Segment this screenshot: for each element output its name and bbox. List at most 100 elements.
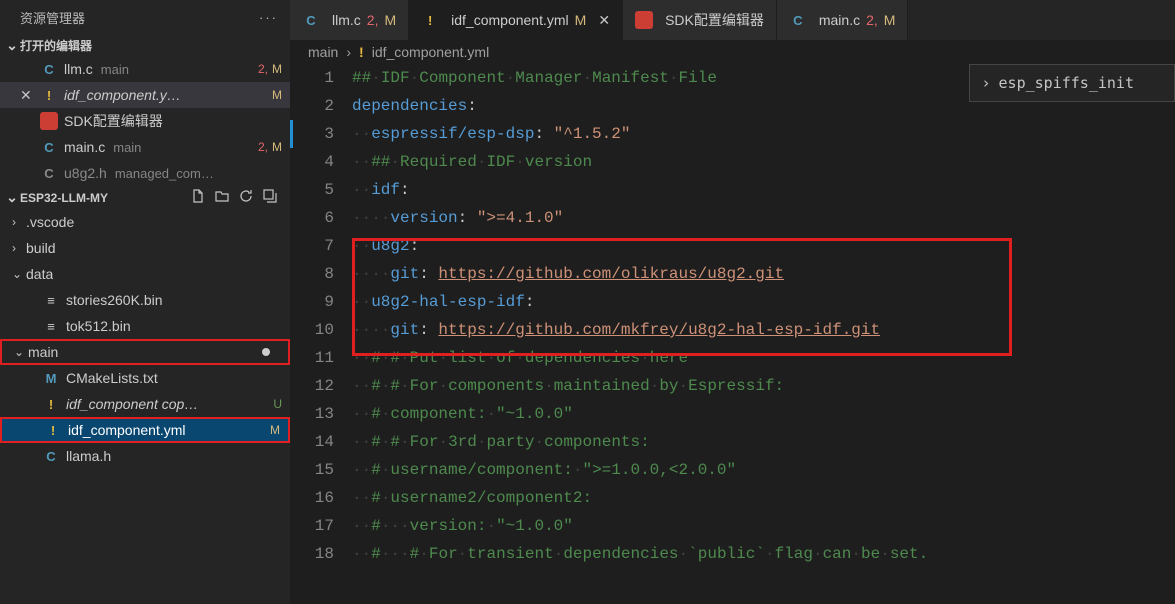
code-line[interactable]: ··#···#·For·transient·dependencies·`publ… [352, 540, 1175, 568]
breadcrumb-file: idf_component.yml [372, 44, 490, 60]
folder-label: main [28, 344, 58, 360]
file-label: idf_component cop… [66, 396, 198, 412]
tree-file[interactable]: Cllama.h [0, 443, 290, 469]
new-file-icon[interactable] [190, 188, 206, 207]
file-icon: ! [40, 86, 58, 104]
code-line[interactable]: ··##·Required·IDF·version [352, 148, 1175, 176]
file-desc: main [113, 140, 141, 155]
outline-symbol: esp_spiffs_init [999, 69, 1134, 97]
close-icon[interactable]: ✕ [20, 87, 40, 104]
git-status: M [575, 12, 587, 28]
code-line[interactable]: ··#·#·For·3rd·party·components: [352, 428, 1175, 456]
code-area[interactable]: ##·IDF·Component·Manager·Manifest·Filede… [352, 64, 1175, 604]
file-label: SDK配置编辑器 [64, 111, 163, 131]
file-icon: ≡ [42, 291, 60, 309]
code-line[interactable]: ··#·username/component:·">=1.0.0,<2.0.0" [352, 456, 1175, 484]
tab-bar: Cllm.c2,M!idf_component.ymlM✕ SDK配置编辑器Cm… [290, 0, 1175, 40]
tab[interactable]: Cmain.c2,M [777, 0, 909, 40]
code-line[interactable]: ··u8g2-hal-esp-idf: [352, 288, 1175, 316]
line-number: 4 [290, 148, 334, 176]
tab[interactable]: Cllm.c2,M [290, 0, 409, 40]
breadcrumb-folder: main [308, 44, 338, 60]
chevron-icon: › [12, 241, 26, 255]
line-gutter: 123456789101112131415161718 [290, 64, 352, 604]
code-line[interactable]: ····git: https://github.com/mkfrey/u8g2-… [352, 316, 1175, 344]
file-icon: ! [44, 421, 62, 439]
line-number: 1 [290, 64, 334, 92]
breadcrumb[interactable]: main › ! idf_component.yml [290, 40, 1175, 64]
line-number: 12 [290, 372, 334, 400]
refresh-icon[interactable] [238, 188, 254, 207]
file-icon [635, 11, 653, 29]
open-editors-list: ✕Cllm.cmain2,M ✕! idf_component.y… M ✕ SDK配置… [0, 56, 290, 186]
file-label: tok512.bin [66, 318, 131, 334]
open-editor-item[interactable]: ✕! idf_component.y… M [0, 82, 290, 108]
code-line[interactable]: ··u8g2: [352, 232, 1175, 260]
chevron-down-icon: ⌄ [4, 189, 20, 206]
tree-file[interactable]: ! idf_component.yml M [0, 417, 290, 443]
open-editor-item[interactable]: ✕Cmain.cmain2,M [0, 134, 290, 160]
file-label: CMakeLists.txt [66, 370, 158, 386]
tree-folder[interactable]: ›build [0, 235, 290, 261]
file-icon: C [40, 164, 58, 182]
line-number: 18 [290, 540, 334, 568]
problem-count: 2, [866, 12, 878, 28]
code-line[interactable]: ··#·username2/component2: [352, 484, 1175, 512]
editor[interactable]: 123456789101112131415161718 ##·IDF·Compo… [290, 64, 1175, 604]
open-editors-header[interactable]: ⌄ 打开的编辑器 [0, 35, 290, 56]
folder-label: build [26, 240, 56, 256]
file-icon: ! [42, 395, 60, 413]
code-line[interactable]: ··#·component:·"~1.0.0" [352, 400, 1175, 428]
chevron-right-icon: › [346, 44, 351, 60]
line-number: 13 [290, 400, 334, 428]
main-area: Cllm.c2,M!idf_component.ymlM✕ SDK配置编辑器Cm… [290, 0, 1175, 604]
file-label: main.c [64, 139, 105, 155]
tab[interactable]: SDK配置编辑器 [623, 0, 777, 40]
open-editor-item[interactable]: ✕Cllm.cmain2,M [0, 56, 290, 82]
git-status: M [270, 423, 280, 437]
project-header[interactable]: ⌄ ESP32-LLM-MY [0, 186, 290, 209]
tree-file[interactable]: MCMakeLists.txt [0, 365, 290, 391]
more-icon[interactable]: ··· [259, 10, 278, 25]
chevron-down-icon: ⌄ [4, 37, 20, 54]
file-label: idf_component.yml [68, 422, 186, 438]
tree-folder[interactable]: ›.vscode [0, 209, 290, 235]
code-line[interactable]: ····git: https://github.com/olikraus/u8g… [352, 260, 1175, 288]
problem-count: 2, [258, 62, 268, 76]
close-icon[interactable]: ✕ [598, 12, 610, 29]
file-label: stories260K.bin [66, 292, 163, 308]
code-line[interactable]: ··idf: [352, 176, 1175, 204]
modified-dot-icon [262, 348, 270, 356]
code-line[interactable]: ··#·#·Put·list·of·dependencies·here [352, 344, 1175, 372]
tree-file[interactable]: ≡tok512.bin [0, 313, 290, 339]
file-label: idf_component.y… [64, 87, 181, 103]
line-number: 17 [290, 512, 334, 540]
chevron-icon: ⌄ [14, 345, 28, 359]
tab[interactable]: !idf_component.ymlM✕ [409, 0, 623, 40]
new-folder-icon[interactable] [214, 188, 230, 207]
code-line[interactable]: ··espressif/esp-dsp: "^1.5.2" [352, 120, 1175, 148]
tree-file[interactable]: ≡ stories260K.bin [0, 287, 290, 313]
sidebar: 资源管理器 ··· ⌄ 打开的编辑器 ✕Cllm.cmain2,M✕!idf_c… [0, 0, 290, 604]
folder-label: data [26, 266, 53, 282]
line-number: 9 [290, 288, 334, 316]
project-name: ESP32-LLM-MY [20, 191, 108, 205]
open-editor-item[interactable]: ✕Cu8g2.hmanaged_com… [0, 160, 290, 186]
explorer-title: 资源管理器 [20, 8, 85, 27]
tree-folder[interactable]: ⌄data [0, 261, 290, 287]
file-icon: C [40, 60, 58, 78]
tree-file[interactable]: !idf_component cop…U [0, 391, 290, 417]
line-number: 10 [290, 316, 334, 344]
code-line[interactable]: ····version: ">=4.1.0" [352, 204, 1175, 232]
tree-folder[interactable]: ⌄main [0, 339, 290, 365]
file-label: llama.h [66, 448, 111, 464]
open-editor-item[interactable]: ✕ SDK配置编辑器 [0, 108, 290, 134]
git-status: M [272, 140, 282, 154]
git-status: M [272, 88, 282, 102]
outline-popup[interactable]: › esp_spiffs_init [969, 64, 1175, 102]
chevron-icon: ⌄ [12, 267, 26, 281]
code-line[interactable]: ··#·#·For·components·maintained·by·Espre… [352, 372, 1175, 400]
code-line[interactable]: ··#···version:·"~1.0.0" [352, 512, 1175, 540]
line-number: 2 [290, 92, 334, 120]
collapse-icon[interactable] [262, 188, 278, 207]
